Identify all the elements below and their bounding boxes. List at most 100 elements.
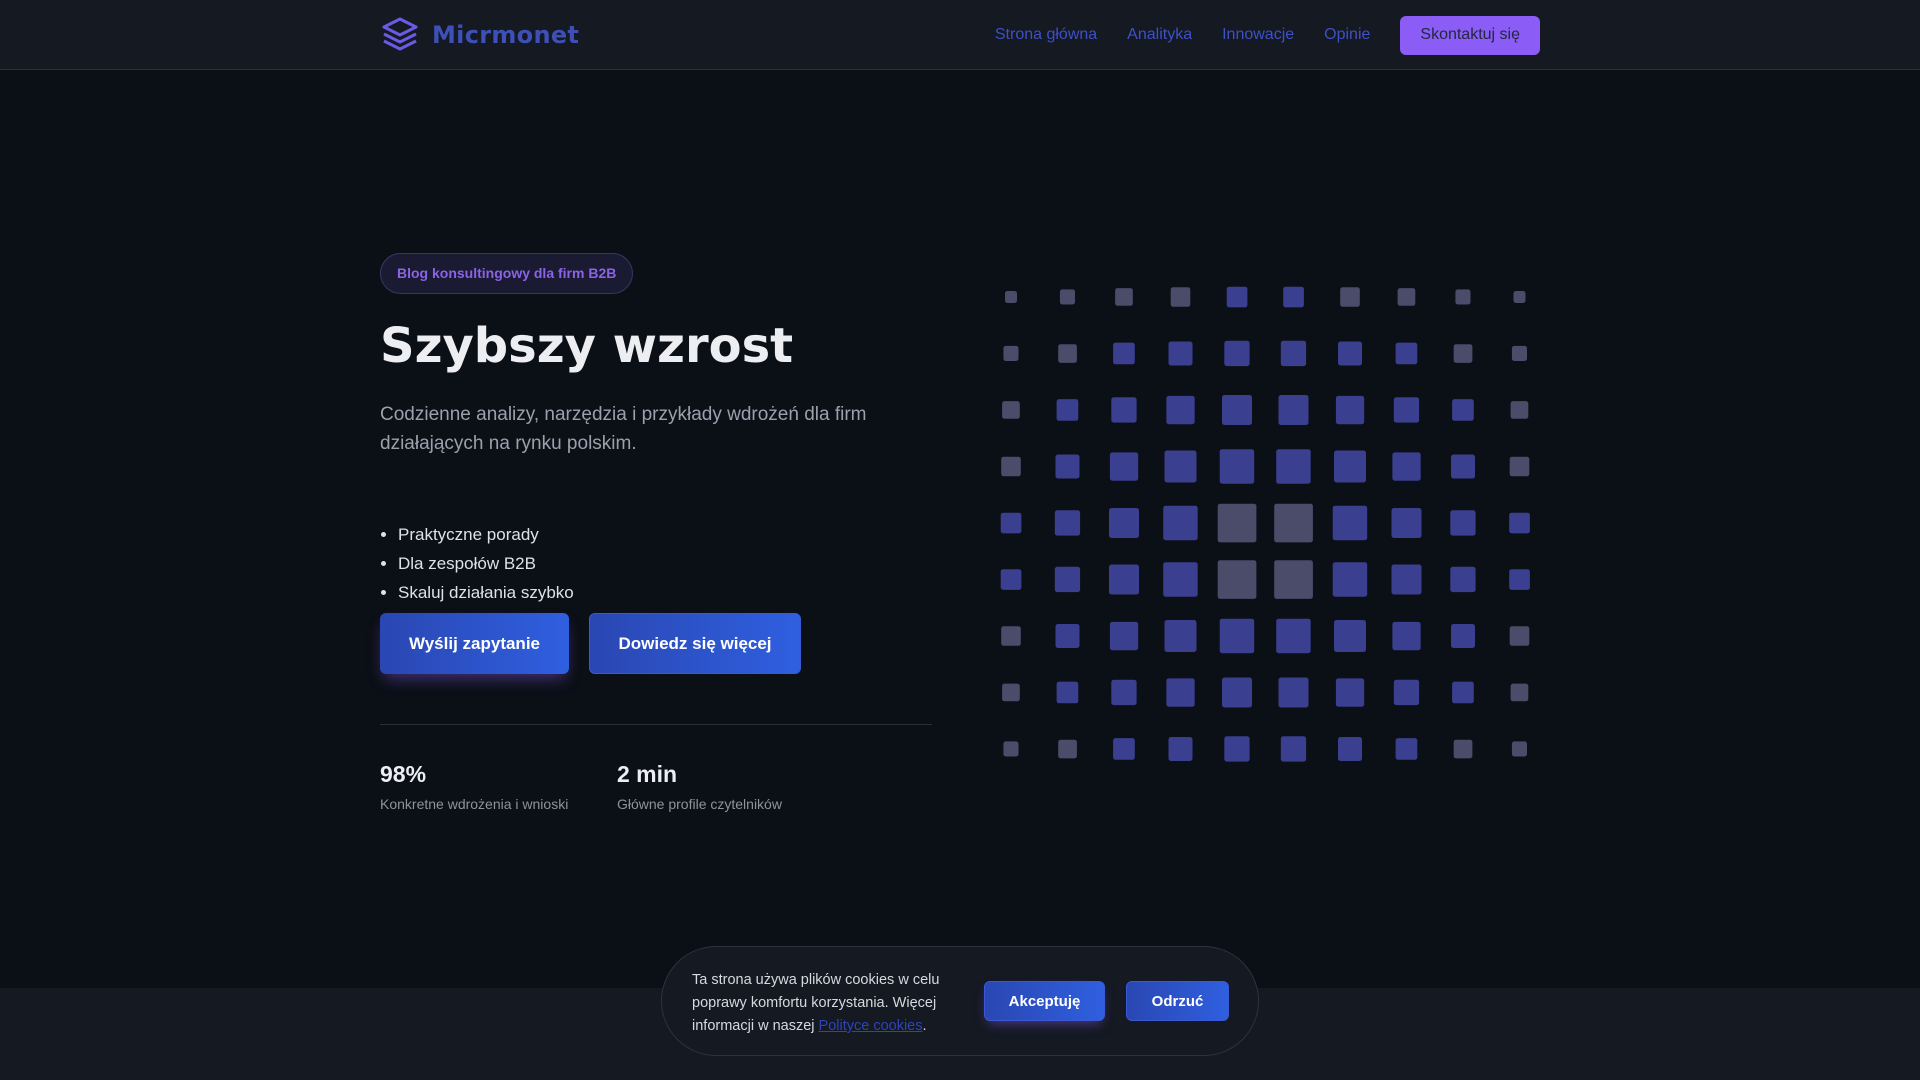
hero-badge: Blog konsultingowy dla firm B2B — [380, 253, 634, 294]
decorative-square-grid — [985, 270, 1550, 790]
grid-square — [1109, 621, 1139, 651]
grid-square — [1111, 679, 1137, 706]
grid-square — [1332, 562, 1368, 597]
grid-square — [1000, 569, 1022, 590]
grid-square — [1278, 395, 1309, 425]
grid-square — [1393, 679, 1420, 706]
grid-square — [1510, 683, 1529, 702]
grid-square — [1217, 503, 1257, 543]
nav-link-reviews[interactable]: Opinie — [1324, 26, 1370, 44]
grid-square — [1509, 569, 1530, 590]
grid-square — [1164, 450, 1197, 483]
grid-square — [1217, 560, 1257, 599]
cookie-accept-button[interactable]: Akceptuję — [984, 981, 1105, 1021]
grid-square — [1335, 395, 1365, 425]
grid-square — [1058, 344, 1077, 363]
stat-item: 98% Konkretne wdrożenia i wnioski — [380, 760, 577, 812]
grid-square — [1450, 566, 1476, 593]
cookie-banner: Ta strona używa plików cookies w celu po… — [661, 946, 1259, 1056]
grid-square — [1055, 624, 1080, 648]
grid-square — [1054, 510, 1081, 536]
grid-square — [1005, 291, 1017, 303]
grid-square — [1452, 399, 1474, 421]
feature-item: Dla zespołów B2B — [398, 549, 932, 578]
grid-square — [1274, 503, 1313, 543]
feature-item: Skaluj działania szybko — [398, 578, 932, 607]
grid-square — [1003, 741, 1019, 757]
grid-square — [1280, 340, 1307, 367]
grid-square — [1226, 286, 1248, 308]
grid-square — [1111, 397, 1137, 423]
cookie-reject-button[interactable]: Odrzuć — [1126, 981, 1229, 1021]
brand-name: Micrmonet — [432, 21, 580, 49]
grid-square — [1219, 618, 1255, 654]
send-inquiry-button[interactable]: Wyślij zapytanie — [380, 613, 569, 674]
grid-square — [1059, 289, 1075, 305]
grid-square — [1278, 677, 1309, 708]
grid-square — [1451, 454, 1475, 479]
stat-value: 98% — [380, 761, 427, 787]
grid-square — [1392, 621, 1421, 651]
hero-section: Blog konsultingowy dla firm B2B Szybszy … — [380, 253, 932, 812]
grid-square — [1056, 681, 1079, 704]
grid-square — [1109, 452, 1139, 481]
grid-square — [1219, 449, 1255, 484]
square-grid-graphic — [1000, 286, 1530, 762]
grid-square — [1055, 454, 1080, 479]
grid-square — [1335, 678, 1365, 707]
stat-value: 2 min — [617, 761, 678, 787]
grid-square — [1164, 620, 1197, 652]
grid-square — [1224, 736, 1250, 762]
grid-square — [1166, 678, 1195, 707]
stack-layers-icon — [382, 17, 418, 51]
stat-label: Konkretne wdrożenia i wnioski — [380, 796, 569, 812]
cookie-policy-link[interactable]: Polityce cookies — [819, 1018, 923, 1034]
grid-square — [1274, 560, 1313, 599]
grid-square — [1509, 512, 1530, 534]
grid-square — [1393, 397, 1420, 423]
grid-square — [1113, 342, 1135, 365]
hero-title: Szybszy wzrost — [380, 318, 794, 374]
grid-square — [1397, 288, 1416, 306]
grid-square — [1001, 626, 1021, 646]
brand-logo[interactable]: Micrmonet — [380, 14, 579, 56]
grid-square — [1163, 505, 1198, 541]
nav-link-innovations[interactable]: Innowacje — [1222, 26, 1294, 44]
grid-square — [1163, 562, 1198, 597]
grid-square — [1276, 618, 1311, 654]
grid-square — [1395, 342, 1418, 365]
grid-square — [1001, 456, 1021, 477]
grid-square — [1109, 564, 1139, 595]
grid-square — [1054, 566, 1081, 593]
feature-list: Praktyczne porady Dla zespołów B2B Skalu… — [380, 520, 932, 607]
nav-link-home[interactable]: Strona główna — [995, 26, 1097, 44]
hero-actions: Wyślij zapytanie Dowiedz się więcej — [380, 613, 932, 674]
learn-more-button[interactable]: Dowiedz się więcej — [589, 613, 801, 674]
nav-link-analytics[interactable]: Analityka — [1127, 26, 1192, 44]
grid-square — [1450, 510, 1476, 536]
cookie-suffix: . — [922, 1018, 927, 1034]
grid-square — [1002, 401, 1020, 419]
grid-square — [1451, 624, 1475, 648]
grid-square — [1003, 345, 1019, 361]
grid-square — [1391, 564, 1422, 595]
contact-button[interactable]: Skontaktuj się — [1400, 15, 1540, 55]
grid-square — [1338, 737, 1362, 761]
grid-square — [1058, 739, 1077, 759]
grid-square — [1332, 505, 1368, 541]
grid-square — [1509, 456, 1530, 477]
main-nav: Strona główna Analityka Innowacje Opinie… — [995, 15, 1540, 55]
feature-item: Praktyczne porady — [398, 520, 932, 549]
grid-square — [1168, 737, 1193, 761]
grid-square — [1276, 449, 1311, 484]
stat-label: Główne profile czytelników — [617, 796, 782, 812]
grid-square — [1338, 341, 1362, 366]
grid-square — [1109, 508, 1139, 538]
grid-square — [1283, 286, 1304, 308]
grid-square — [1170, 287, 1191, 307]
grid-square — [1115, 288, 1133, 306]
grid-square — [1334, 620, 1366, 652]
stat-item: 2 min Główne profile czytelników — [617, 760, 782, 812]
grid-square — [1453, 739, 1473, 759]
grid-square — [1334, 450, 1366, 483]
